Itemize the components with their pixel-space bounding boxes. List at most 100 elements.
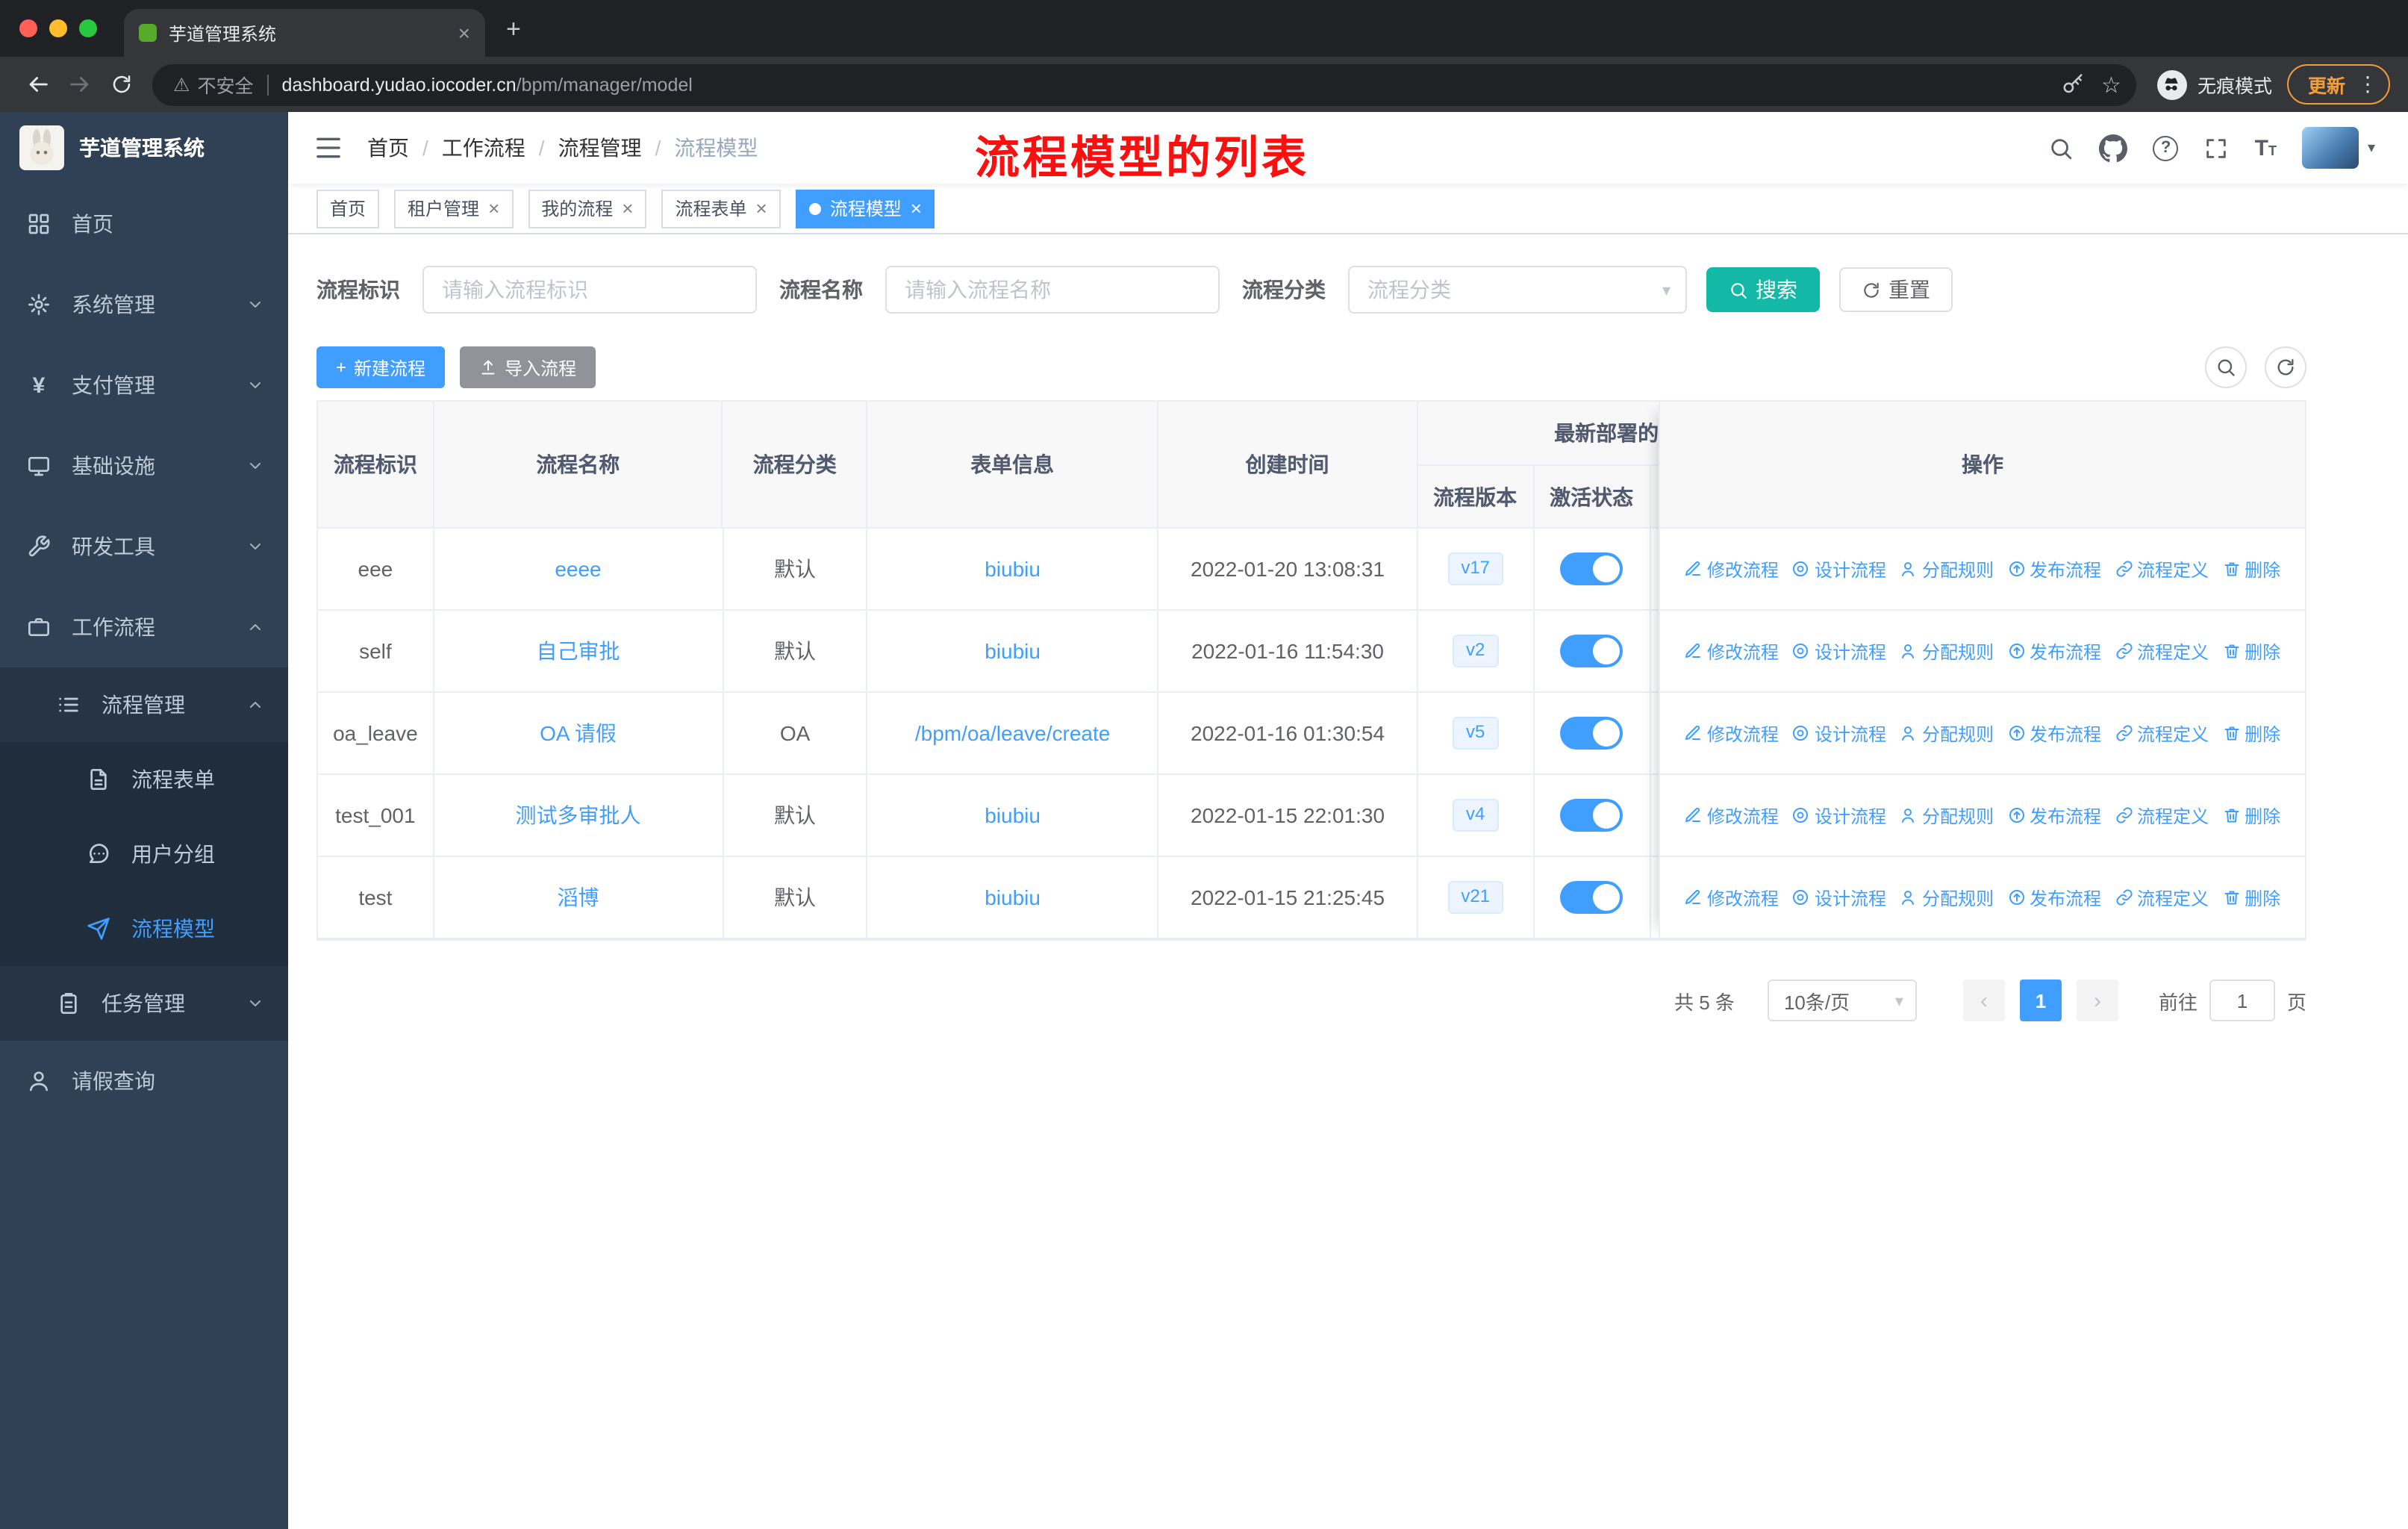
op-publish-process[interactable]: 发布流程 [2007,885,2101,910]
close-icon[interactable]: × [488,199,499,218]
active-toggle[interactable] [1560,635,1623,667]
sidebar-item-leave-query[interactable]: 请假查询 [0,1041,288,1121]
form-info-link[interactable]: biubiu [985,885,1041,909]
next-page-button[interactable]: › [2076,980,2118,1021]
key-icon[interactable] [2061,73,2083,96]
refresh-table-button[interactable] [2265,346,2306,388]
sidebar-item-home[interactable]: 首页 [0,184,288,264]
process-name-link[interactable]: 测试多审批人 [515,800,640,830]
tag-process-model[interactable]: 流程模型 × [795,189,935,228]
create-process-button[interactable]: + 新建流程 [316,346,446,388]
op-assign-rule[interactable]: 分配规则 [1900,638,1994,664]
tag-tenant[interactable]: 租户管理 × [394,189,514,228]
form-info-link[interactable]: biubiu [985,803,1041,827]
op-process-definition[interactable]: 流程定义 [2115,885,2209,910]
reload-icon[interactable] [102,65,140,104]
fullscreen-icon[interactable] [2204,135,2230,161]
help-icon[interactable]: ? [2153,135,2179,161]
active-toggle[interactable] [1560,881,1623,914]
op-publish-process[interactable]: 发布流程 [2007,803,2101,828]
tag-process-form[interactable]: 流程表单 × [661,189,781,228]
sidebar-item-payment[interactable]: ¥ 支付管理 [0,345,288,426]
breadcrumb-home[interactable]: 首页 [367,133,409,163]
op-delete[interactable]: 删除 [2222,556,2280,582]
sidebar-item-process-model[interactable]: 流程模型 [0,891,288,966]
window-close-button[interactable] [19,19,37,37]
sidebar-item-process-management[interactable]: 流程管理 [0,667,288,742]
window-maximize-button[interactable] [79,19,97,37]
close-icon[interactable]: × [756,199,767,218]
op-publish-process[interactable]: 发布流程 [2007,638,2101,664]
browser-update-button[interactable]: 更新 ⋮ [2286,64,2390,105]
goto-page-input[interactable] [2209,980,2275,1021]
process-name-link[interactable]: eeee [555,557,601,581]
tag-home[interactable]: 首页 [316,189,380,228]
sidebar-item-system[interactable]: 系统管理 [0,264,288,345]
process-name-link[interactable]: 滔博 [557,882,599,912]
search-button[interactable]: 搜索 [1706,267,1820,312]
op-process-definition[interactable]: 流程定义 [2115,720,2209,746]
op-assign-rule[interactable]: 分配规则 [1900,803,1994,828]
close-icon[interactable]: × [622,199,633,218]
tag-my-process[interactable]: 我的流程 × [528,189,647,228]
op-delete[interactable]: 删除 [2222,803,2280,828]
tab-close-icon[interactable]: × [458,22,470,43]
active-toggle[interactable] [1560,799,1623,832]
search-icon[interactable] [2049,135,2074,161]
user-menu[interactable]: ▾ [2301,127,2375,169]
current-page-button[interactable]: 1 [2019,980,2062,1021]
github-icon[interactable] [2100,134,2128,162]
process-name-input[interactable] [885,266,1220,314]
op-delete[interactable]: 删除 [2222,885,2280,910]
op-design-process[interactable]: 设计流程 [1792,720,1886,746]
page-size-select[interactable]: 10条/页 ▾ [1767,980,1917,1021]
op-assign-rule[interactable]: 分配规则 [1900,556,1994,582]
op-delete[interactable]: 删除 [2222,638,2280,664]
op-delete[interactable]: 删除 [2222,720,2280,746]
form-info-link[interactable]: /bpm/oa/leave/create [915,721,1111,745]
breadcrumb-process-management[interactable]: 流程管理 [558,133,642,163]
op-publish-process[interactable]: 发布流程 [2007,556,2101,582]
process-name-link[interactable]: OA 请假 [540,718,617,748]
prev-page-button[interactable]: ‹ [1962,980,2005,1021]
process-name-link[interactable]: 自己审批 [536,636,620,666]
address-bar[interactable]: ⚠ 不安全 dashboard.yudao.iocoder.cn /bpm/ma… [152,63,2136,105]
op-edit-process[interactable]: 修改流程 [1685,803,1779,828]
form-info-link[interactable]: biubiu [985,639,1041,663]
process-category-select[interactable]: 流程分类 ▾ [1348,266,1687,314]
op-process-definition[interactable]: 流程定义 [2115,556,2209,582]
window-minimize-button[interactable] [49,19,67,37]
security-warning[interactable]: ⚠ 不安全 [173,70,253,99]
hamburger-icon[interactable] [314,133,343,163]
op-design-process[interactable]: 设计流程 [1792,638,1886,664]
back-icon[interactable] [18,65,57,104]
close-icon[interactable]: × [911,199,922,218]
active-toggle[interactable] [1560,717,1623,750]
op-edit-process[interactable]: 修改流程 [1685,885,1779,910]
op-edit-process[interactable]: 修改流程 [1685,720,1779,746]
bookmark-star-icon[interactable]: ☆ [2101,71,2121,98]
sidebar-item-user-group[interactable]: 用户分组 [0,817,288,891]
form-info-link[interactable]: biubiu [985,557,1041,581]
op-process-definition[interactable]: 流程定义 [2115,803,2209,828]
sidebar-item-task-management[interactable]: 任务管理 [0,966,288,1041]
browser-tab[interactable]: 芋道管理系统 × [124,9,485,57]
op-assign-rule[interactable]: 分配规则 [1900,720,1994,746]
sidebar-item-infrastructure[interactable]: 基础设施 [0,426,288,506]
font-size-icon[interactable]: TT [2255,135,2277,161]
active-toggle[interactable] [1560,552,1623,585]
reset-button[interactable]: 重置 [1839,267,1953,312]
process-id-input[interactable] [422,266,757,314]
op-design-process[interactable]: 设计流程 [1792,556,1886,582]
op-edit-process[interactable]: 修改流程 [1685,638,1779,664]
breadcrumb-workflow[interactable]: 工作流程 [442,133,525,163]
op-design-process[interactable]: 设计流程 [1792,885,1886,910]
op-assign-rule[interactable]: 分配规则 [1900,885,1994,910]
toggle-search-button[interactable] [2205,346,2247,388]
import-process-button[interactable]: 导入流程 [460,346,596,388]
op-edit-process[interactable]: 修改流程 [1685,556,1779,582]
op-process-definition[interactable]: 流程定义 [2115,638,2209,664]
avatar[interactable] [2301,127,2359,169]
sidebar-item-process-form[interactable]: 流程表单 [0,742,288,817]
op-design-process[interactable]: 设计流程 [1792,803,1886,828]
